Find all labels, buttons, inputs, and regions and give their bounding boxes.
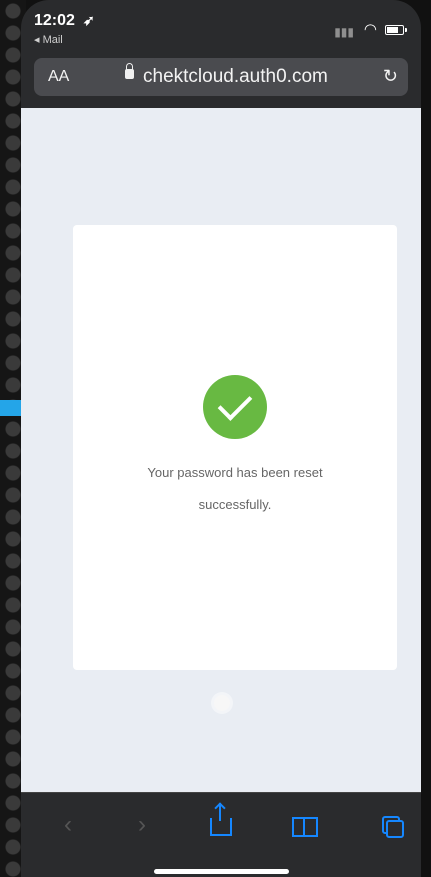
check-icon [217, 386, 253, 421]
reload-icon[interactable]: ↻ [383, 66, 398, 87]
tabs-icon [382, 816, 404, 838]
browser-address-bar[interactable]: AA chektcloud.auth0.com ↻ [34, 58, 408, 96]
forward-button[interactable]: › [128, 811, 156, 839]
book-icon [292, 817, 318, 837]
status-bar: 12:02 ➶ ◂ Mail ▮▮▮ ◠ [34, 12, 407, 50]
share-button[interactable] [207, 804, 235, 839]
text-size-button[interactable]: AA [48, 68, 69, 86]
battery-icon [385, 25, 407, 35]
back-button[interactable]: ‹ [54, 811, 82, 839]
cellular-signal-icon: ▮▮▮ [334, 25, 354, 39]
success-message-line-1: Your password has been reset [147, 465, 323, 480]
wifi-icon: ◠ [363, 21, 377, 38]
location-arrow-icon: ➶ [83, 12, 95, 28]
success-message-line-2: successfully. [198, 497, 272, 512]
web-content: Your password has been reset successfull… [21, 108, 421, 792]
loading-icon [214, 695, 230, 711]
bookmarks-button[interactable] [291, 811, 319, 839]
password-reset-success-card: Your password has been reset successfull… [73, 225, 397, 670]
url-display[interactable]: chektcloud.auth0.com [143, 66, 328, 88]
back-to-mail-link[interactable]: ◂ Mail [34, 33, 63, 46]
success-badge [203, 375, 267, 439]
status-time: 12:02 [34, 12, 75, 29]
safari-bottom-toolbar: ‹ › [21, 792, 421, 877]
success-message: Your password has been reset successfull… [98, 457, 372, 521]
phone-screen: 12:02 ➶ ◂ Mail ▮▮▮ ◠ AA chektcloud.auth0… [21, 0, 421, 877]
share-icon [210, 804, 232, 836]
screenshot-frame: 12:02 ➶ ◂ Mail ▮▮▮ ◠ AA chektcloud.auth0… [0, 0, 431, 877]
lock-icon [125, 63, 134, 79]
home-indicator[interactable] [154, 869, 289, 874]
tabs-button[interactable] [377, 811, 405, 839]
